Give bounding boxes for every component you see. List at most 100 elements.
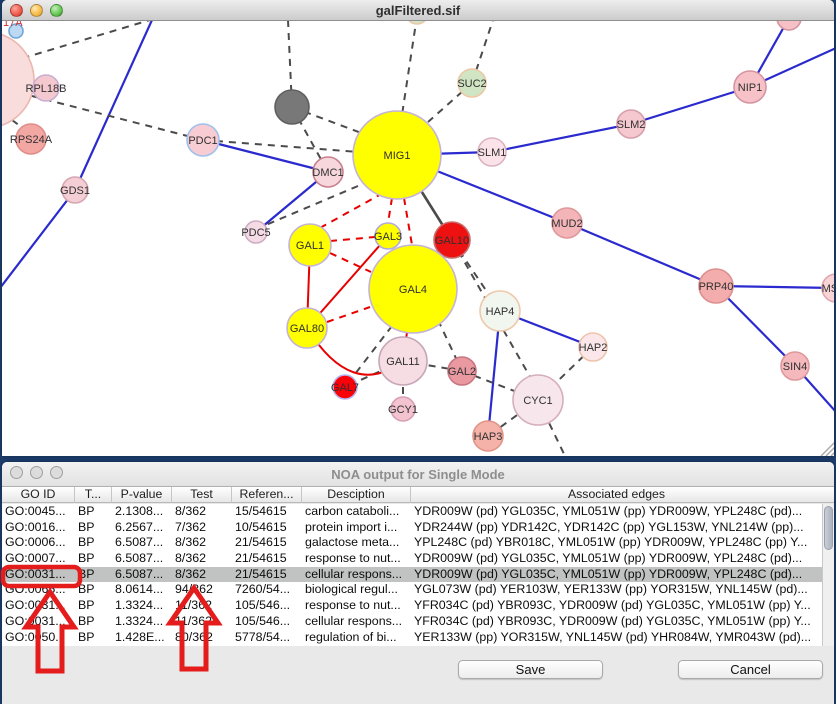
cell-type: BP [75, 504, 112, 520]
resize-grip-line[interactable] [831, 451, 834, 456]
cell-type: BP [75, 535, 112, 551]
cancel-button[interactable]: Cancel [678, 660, 823, 679]
cell-go-id: GO:0031... [2, 598, 75, 614]
node-top-green-partial[interactable] [406, 21, 428, 24]
cell-go-id: GO:0016... [2, 520, 75, 536]
node-label-hap3: HAP3 [474, 431, 503, 443]
cell-p-value: 2.1308... [112, 504, 172, 520]
cell-description: galactose meta... [302, 535, 411, 551]
node-label-cyc1: CYC1 [523, 395, 552, 407]
node-unnamed-gray[interactable] [275, 90, 309, 124]
column-header-test[interactable]: Test [172, 487, 232, 503]
node-label-slm2: SLM2 [617, 119, 646, 131]
table-header-row: GO IDT...P-valueTestReferen...Desciption… [2, 487, 834, 503]
cell-reference: 105/546... [232, 598, 302, 614]
traffic-lights [10, 4, 63, 17]
corner-node-label: 17A [3, 21, 23, 29]
table-row[interactable]: GO:0007...BP6.5087...8/36221/54615respon… [2, 551, 822, 567]
cell-test: 8/362 [172, 535, 232, 551]
column-header-reference[interactable]: Referen... [232, 487, 302, 503]
cell-type: BP [75, 614, 112, 630]
cell-associated-edges: YFR034C (pd) YBR093C, YDR009W (pd) YGL03… [411, 598, 822, 614]
cell-go-id: GO:0006... [2, 535, 75, 551]
cell-associated-edges: YDR009W (pd) YGL035C, YML051W (pp) YDR00… [411, 504, 822, 520]
zoom-button[interactable] [50, 466, 63, 479]
cell-test: 8/362 [172, 551, 232, 567]
node-label-rps24a: RPS24A [10, 134, 53, 146]
node-label-rpl18b: RPL18B [26, 83, 67, 95]
cell-reference: 10/54615 [232, 520, 302, 536]
noa-window-title: NOA output for Single Mode [331, 467, 505, 482]
node-label-hap2: HAP2 [579, 342, 608, 354]
node-top-right-pink-partial[interactable] [777, 21, 801, 30]
cell-go-id: GO:0065... [2, 582, 75, 598]
column-header-type[interactable]: T... [75, 487, 112, 503]
table-row[interactable]: GO:0065...BP8.0614...94/3627260/54...bio… [2, 582, 822, 598]
cell-test: 8/362 [172, 504, 232, 520]
edge-dash [10, 21, 150, 62]
node-label-hap4: HAP4 [486, 306, 515, 318]
node-label-sin4: SIN4 [783, 361, 807, 373]
cell-go-id: GO:0045... [2, 504, 75, 520]
cell-reference: 105/546... [232, 614, 302, 630]
table-row[interactable]: GO:0045...BP2.1308...8/36215/54615carbon… [2, 504, 822, 520]
cell-associated-edges: YPL248C (pd) YBR018C, YML051W (pp) YDR00… [411, 535, 822, 551]
node-label-gal10: GAL10 [435, 235, 469, 247]
cell-test: 11/362 [172, 598, 232, 614]
cell-description: response to nut... [302, 551, 411, 567]
table-row[interactable]: GO:0031...BP1.3324...11/362105/546...res… [2, 598, 822, 614]
cell-reference: 21/54615 [232, 551, 302, 567]
node-label-prp40: PRP40 [699, 281, 734, 293]
edge-dash [32, 96, 203, 140]
node-label-gds1: GDS1 [60, 185, 90, 197]
minimize-button[interactable] [30, 4, 43, 17]
cell-test: 7/362 [172, 520, 232, 536]
cell-type: BP [75, 582, 112, 598]
table-row-selected[interactable]: GO:0031...BP6.5087...8/36221/54615cellul… [2, 567, 822, 583]
edge-blue [492, 124, 631, 152]
vertical-scrollbar[interactable] [822, 504, 834, 646]
node-label-gal80: GAL80 [290, 323, 324, 335]
cell-go-id: GO:0031... [2, 614, 75, 630]
cell-p-value: 1.3324... [112, 614, 172, 630]
cell-description: protein import i... [302, 520, 411, 536]
network-canvas[interactable]: RPL18BRPS24AGDS1PDC1MIG1DMC1SUC2SLM1SLM2… [2, 21, 834, 456]
column-header-associated-edges[interactable]: Associated edges [411, 487, 822, 503]
cell-p-value: 8.0614... [112, 582, 172, 598]
table-row[interactable]: GO:0016...BP6.2567...7/36210/54615protei… [2, 520, 822, 536]
table-row[interactable]: GO:0006...BP6.5087...8/36221/54615galact… [2, 535, 822, 551]
cell-associated-edges: YER133W (pp) YOR315W, YNL145W (pd) YHR08… [411, 630, 822, 646]
cell-associated-edges: YDR244W (pp) YDR142C, YDR142C (pp) YGL15… [411, 520, 822, 536]
graph-window-titlebar: galFiltered.sif [2, 0, 834, 21]
cell-p-value: 6.5087... [112, 567, 172, 583]
close-button[interactable] [10, 466, 23, 479]
column-header-description[interactable]: Desciption [302, 487, 411, 503]
column-header-go-id[interactable]: GO ID [2, 487, 75, 503]
scrollbar-thumb[interactable] [824, 506, 833, 550]
cell-test: 80/362 [172, 630, 232, 646]
edge-reddash [388, 198, 392, 223]
close-button[interactable] [10, 4, 23, 17]
cell-test: 8/362 [172, 567, 232, 583]
cell-associated-edges: YGL073W (pd) YER103W, YER133W (pp) YOR31… [411, 582, 822, 598]
table-row[interactable]: GO:0050...BP1.428E...80/3625778/54...reg… [2, 630, 822, 646]
cell-go-id: GO:0050... [2, 630, 75, 646]
minimize-button[interactable] [30, 466, 43, 479]
save-button[interactable]: Save [458, 660, 603, 679]
node-left-large-partial[interactable] [2, 32, 34, 128]
cell-reference: 5778/54... [232, 630, 302, 646]
node-label-gal7: GAL7 [331, 382, 359, 394]
column-header-p-value[interactable]: P-value [112, 487, 172, 503]
node-label-pdc1: PDC1 [188, 135, 217, 147]
cell-reference: 21/54615 [232, 567, 302, 583]
graph-window-title: galFiltered.sif [376, 3, 461, 18]
noa-output-window: NOA output for Single Mode GO IDT...P-va… [2, 462, 834, 704]
table-body: GO:0045...BP2.1308...8/36215/54615carbon… [2, 504, 822, 646]
zoom-button[interactable] [50, 4, 63, 17]
node-label-nip1: NIP1 [738, 82, 762, 94]
cell-associated-edges: YFR034C (pd) YBR093C, YDR009W (pd) YGL03… [411, 614, 822, 630]
edge-reddash [330, 237, 375, 241]
cell-go-id: GO:0031... [2, 567, 75, 583]
table-row[interactable]: GO:0031...BP1.3324...11/362105/546...cel… [2, 614, 822, 630]
cell-description: cellular respons... [302, 614, 411, 630]
